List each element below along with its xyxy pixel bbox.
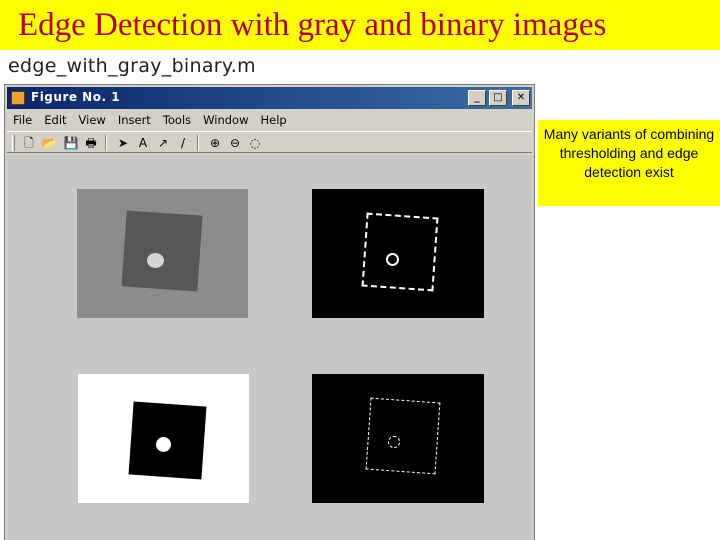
slide-title: Edge Detection with gray and binary imag…: [0, 0, 720, 50]
gray-image: [77, 189, 248, 318]
binary-object-hole: [156, 437, 171, 452]
window-title: Figure No. 1: [31, 90, 121, 104]
insert-text-icon[interactable]: A: [135, 135, 151, 151]
menu-view[interactable]: View: [79, 113, 106, 127]
print-icon[interactable]: 🖶: [83, 135, 99, 151]
insert-arrow-icon[interactable]: ↗: [155, 135, 171, 151]
insert-line-icon[interactable]: /: [175, 135, 191, 151]
gray-object-square: [121, 210, 203, 292]
edge-square-outline: [365, 397, 441, 475]
menu-window[interactable]: Window: [203, 113, 248, 127]
menu-edit[interactable]: Edit: [44, 113, 66, 127]
script-filename: edge_with_gray_binary.m: [8, 55, 256, 77]
zoom-in-icon[interactable]: ⊕: [207, 135, 223, 151]
menu-help[interactable]: Help: [261, 113, 287, 127]
close-button[interactable]: ✕: [512, 90, 530, 106]
gray-object-hole: [147, 253, 164, 268]
save-icon[interactable]: 💾: [63, 135, 79, 151]
figure-window: Figure No. 1 _ □ ✕ File Edit View Insert…: [4, 84, 535, 540]
figure-canvas[interactable]: [7, 155, 532, 540]
edge-image-1: [312, 189, 484, 318]
edge-hole-outline: [388, 436, 400, 448]
new-file-icon[interactable]: 🗋: [21, 135, 37, 151]
menu-insert[interactable]: Insert: [118, 113, 151, 127]
menu-bar: File Edit View Insert Tools Window Help: [7, 111, 532, 129]
toolbar-separator: [105, 135, 107, 151]
maximize-button[interactable]: □: [489, 90, 507, 106]
window-titlebar[interactable]: Figure No. 1 _ □ ✕: [7, 87, 532, 109]
rotate-icon[interactable]: ◌: [247, 135, 263, 151]
toolbar-grip[interactable]: [12, 135, 15, 151]
callout-note: Many variants of combining thresholding …: [538, 120, 720, 206]
edge-image-2: [312, 374, 484, 503]
edge-square-outline: [361, 212, 439, 292]
menu-file[interactable]: File: [13, 113, 32, 127]
matlab-figure-icon: [11, 91, 25, 105]
open-folder-icon[interactable]: 📂: [41, 135, 57, 151]
edge-hole-outline: [386, 253, 399, 266]
select-arrow-icon[interactable]: ➤: [115, 135, 131, 151]
toolbar-separator: [197, 135, 199, 151]
figure-toolbar: 🗋 📂 💾 🖶 ➤ A ↗ / ⊕ ⊖ ◌: [7, 131, 532, 153]
zoom-out-icon[interactable]: ⊖: [227, 135, 243, 151]
menu-tools[interactable]: Tools: [163, 113, 191, 127]
minimize-button[interactable]: _: [468, 90, 486, 106]
binary-image: [78, 374, 249, 503]
